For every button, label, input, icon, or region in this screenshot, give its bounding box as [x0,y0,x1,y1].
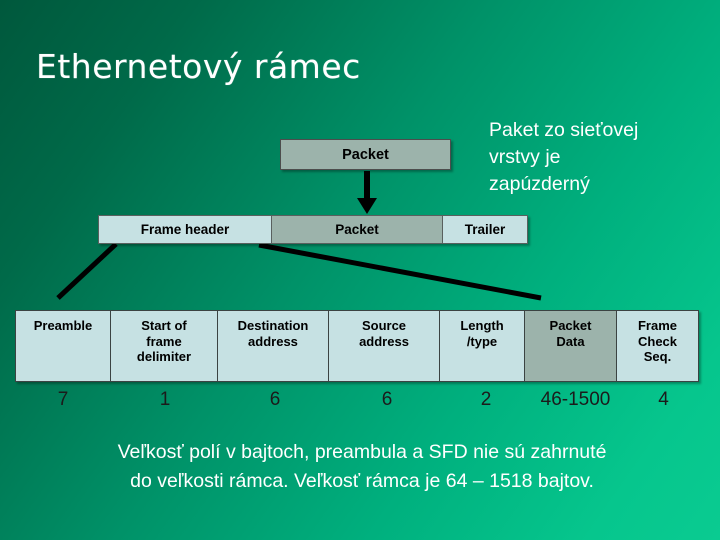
field-size-value: 7 [57,389,69,410]
annotation-line-2: vrstvy je [489,146,561,168]
field-cell: Length/type [439,310,525,382]
field-cell: Frame Check Seq. [616,310,699,382]
field-cell: Preamble [15,310,111,382]
field-size-value: 1 [159,389,171,410]
network-packet-box: Packet [280,139,451,170]
frame-cell-label: Frame header [140,222,230,237]
annotation-line-3: zapúzderný [489,173,590,195]
frame-cell-packet: Packet [271,215,443,244]
caption-line-1: Veľkosť polí v bajtoch, preambula a SFD … [117,441,607,463]
down-arrow-icon [357,171,377,214]
field-cell-label: Frame Check Seq. [637,318,678,364]
ethernet-field-table: Preamble Start of frame delimiter Destinatio… [15,310,699,382]
field-cell-label: Source address [359,318,409,349]
frame-cell-label: Trailer [464,222,506,237]
field-cell: Start of frame delimiter [110,310,218,382]
network-packet-label: Packet [342,146,389,163]
field-cell-label: Packet Data [549,318,592,349]
annotation-line-1: Paket zo sieťovej [489,119,639,141]
field-cell-label: Preamble [33,318,93,333]
caption-line-2: do veľkosti rámca. Veľkosť rámca je 64 –… [130,470,594,492]
field-cell: Packet Data [524,310,617,382]
field-size-value: 6 [269,389,281,410]
field-size-value: 2 [480,389,492,410]
right-connector-line [258,242,542,301]
field-cell: Source address [328,310,440,382]
field-size-row: 7 1 6 6 2 46-1500 4 [15,387,705,413]
field-size-value: 6 [381,389,393,410]
page-title: Ethernetový rámec [36,47,361,86]
field-cell-label: Destination address [237,318,309,349]
field-cell-label: Length/type [460,318,504,349]
field-size-value: 46-1500 [540,389,611,410]
field-size-value: 4 [658,389,669,410]
field-cell-label: Start of frame delimiter [136,318,192,364]
field-cell: Destination address [217,310,329,382]
slide-caption: Veľkosť polí v bajtoch, preambula a SFD … [42,438,682,496]
annotation-text: Paket zo sieťovej vrstvy je zapúzderný [489,117,704,198]
frame-cell-frame-header: Frame header [98,215,272,244]
slide-canvas: Ethernetový rámec Paket zo sieťovej vrst… [0,0,720,540]
frame-cell-trailer: Trailer [442,215,528,244]
frame-cell-label: Packet [335,222,379,237]
frame-composition-row: Frame header Packet Trailer [98,215,528,244]
left-connector-line [56,242,118,300]
